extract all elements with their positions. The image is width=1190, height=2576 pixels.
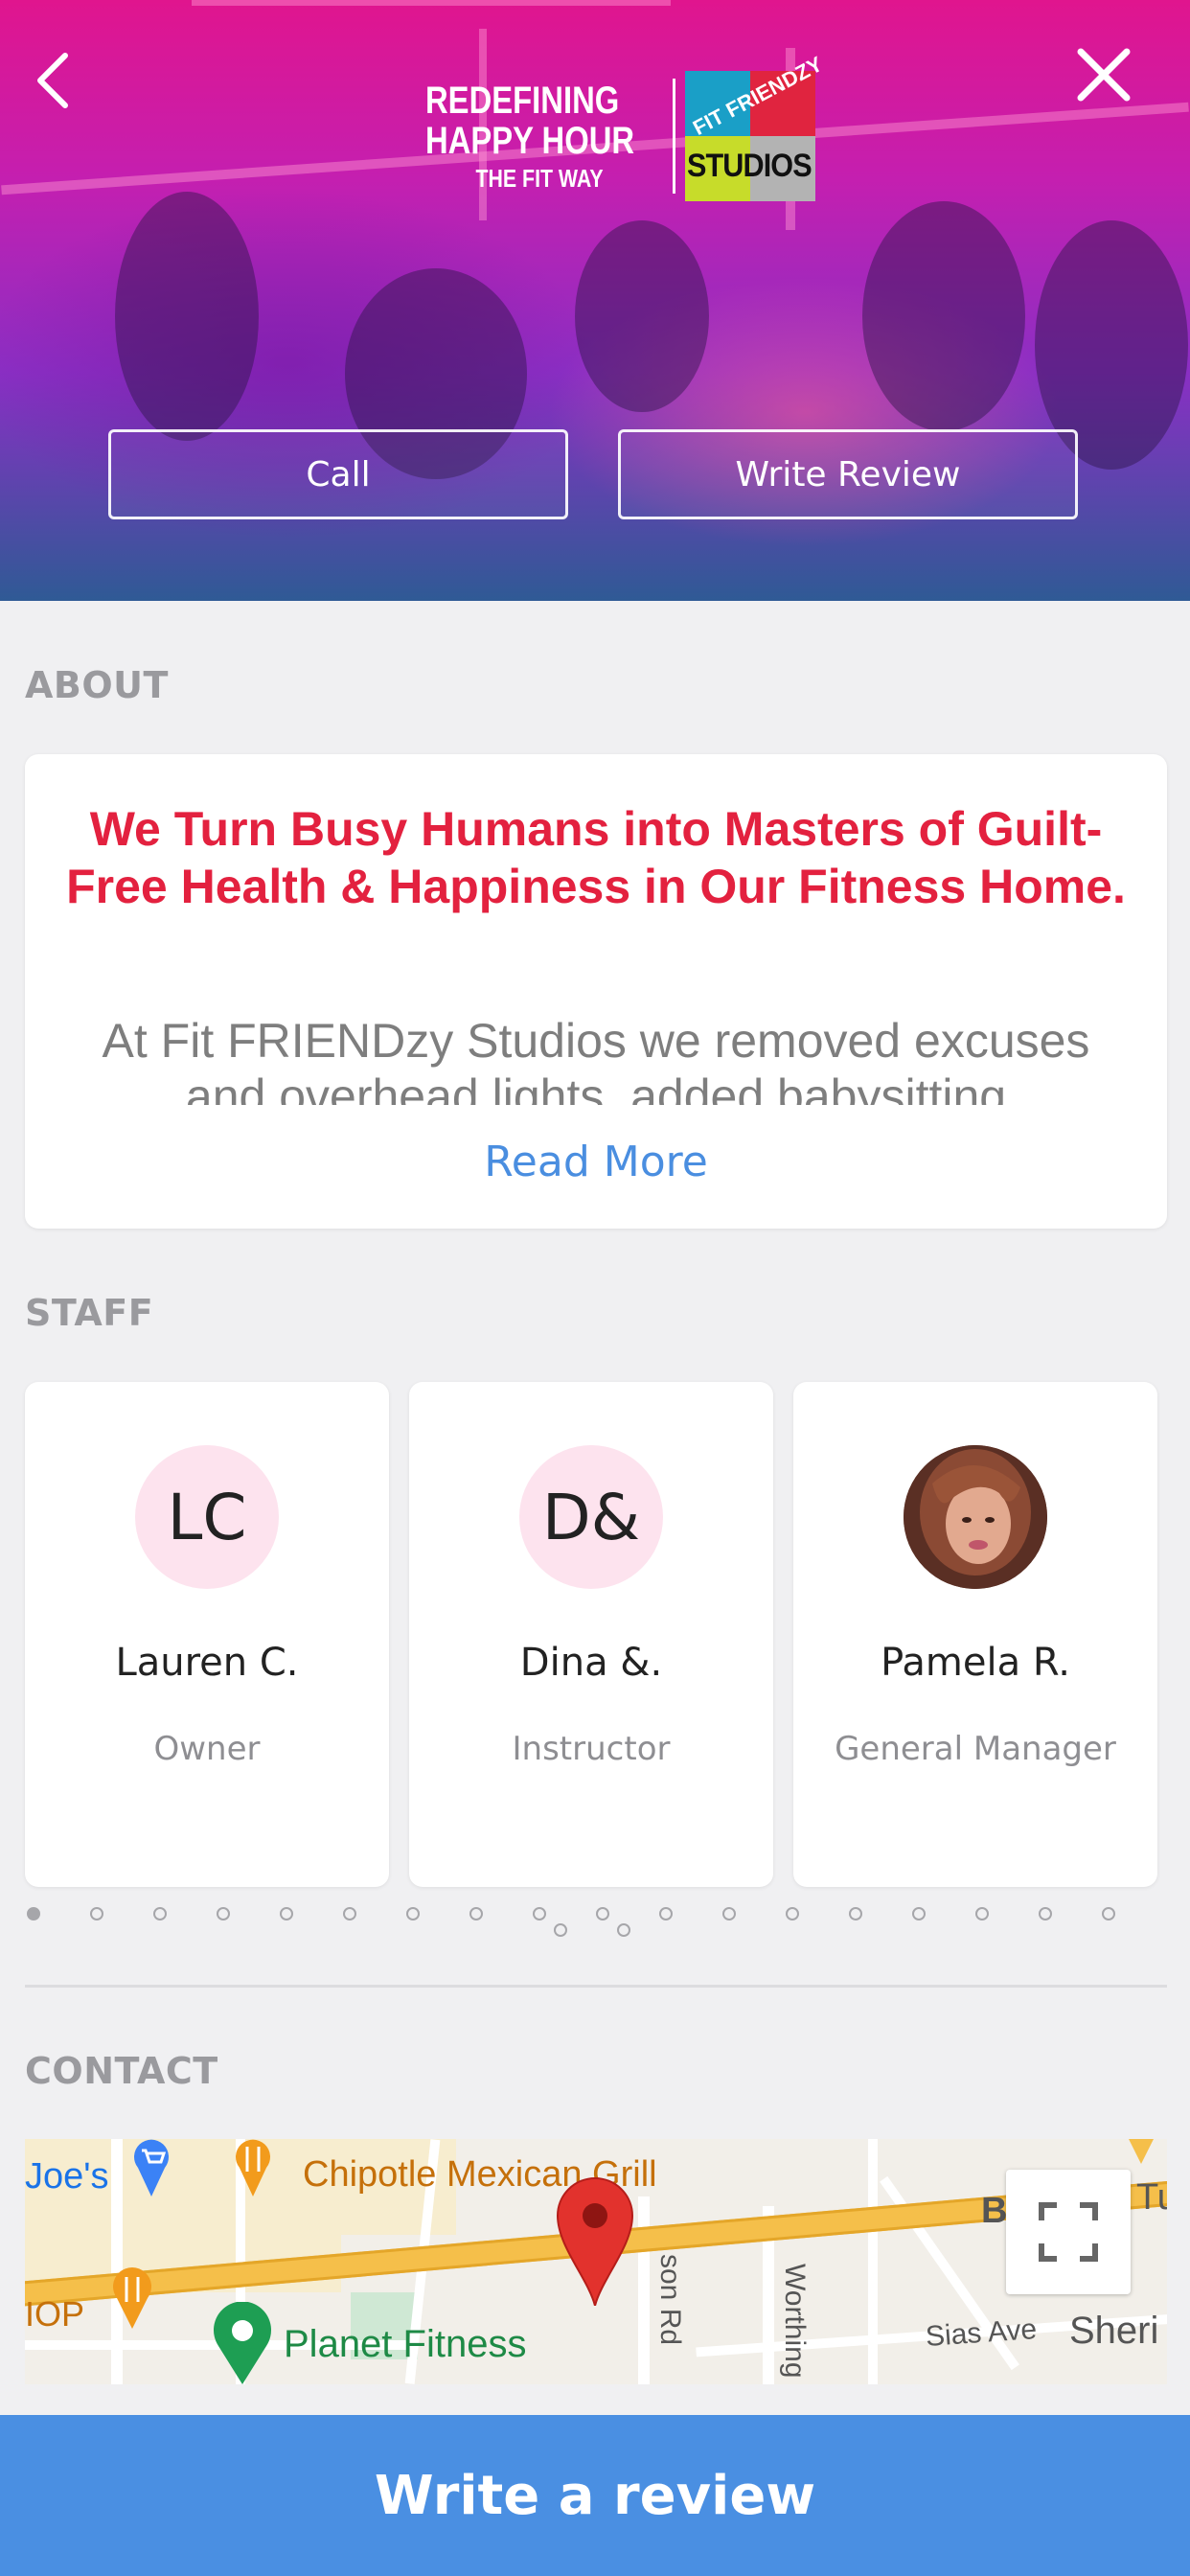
call-button[interactable]: Call <box>108 429 568 519</box>
map-label-road-tu: Tu <box>1136 2177 1167 2218</box>
map-label-sias-ave: Sias Ave <box>924 2312 1039 2354</box>
write-review-button[interactable]: Write Review <box>618 429 1078 519</box>
staff-card[interactable]: D& Dina &. Instructor <box>409 1382 773 1887</box>
read-more-link[interactable]: Read More <box>25 1138 1167 1186</box>
staff-name: Pamela R. <box>881 1641 1070 1685</box>
map-marker-partial-icon <box>1129 2139 1154 2164</box>
fullscreen-icon <box>1039 2202 1098 2262</box>
restaurant-pin-icon <box>113 2267 151 2329</box>
map-label-joes: Joe's <box>25 2156 109 2196</box>
back-button[interactable] <box>15 42 92 119</box>
close-button[interactable] <box>1065 36 1142 113</box>
map-label-sheri: Sheri <box>1069 2310 1159 2352</box>
pager-dot[interactable] <box>406 1907 420 1920</box>
pager-dot[interactable] <box>469 1907 483 1920</box>
location-pin-icon[interactable] <box>554 2174 636 2306</box>
about-body-container: At Fit FRIENDzy Studios we removed excus… <box>25 1013 1167 1105</box>
location-map[interactable]: Joe's Chipotle Mexican Grill IOP Planet … <box>25 2139 1167 2384</box>
pager-dot[interactable] <box>153 1907 167 1920</box>
gym-pin-icon <box>214 2302 271 2384</box>
pager-dot[interactable] <box>90 1907 103 1920</box>
about-card: We Turn Busy Humans into Masters of Guil… <box>25 754 1167 1229</box>
pager-dot[interactable] <box>617 1923 630 1937</box>
hero-dancer-silhouette <box>115 192 259 441</box>
logo-badge: FIT FRIENDZY STUDIOS <box>684 52 826 201</box>
map-street <box>868 2139 878 2384</box>
map-label-road-b: B <box>981 2191 1008 2231</box>
staff-card[interactable]: LC Lauren C. Owner <box>25 1382 389 1887</box>
pager-dot[interactable] <box>786 1907 799 1920</box>
about-headline: We Turn Busy Humans into Masters of Guil… <box>66 802 1126 913</box>
map-label-planet-fitness: Planet Fitness <box>284 2323 527 2365</box>
pager-dot[interactable] <box>217 1907 230 1920</box>
pager-dot[interactable] <box>912 1907 926 1920</box>
pager-dot[interactable] <box>280 1907 293 1920</box>
map-label-hop: IOP <box>25 2294 85 2334</box>
shopping-cart-pin-icon <box>134 2139 169 2196</box>
pager-dot[interactable] <box>554 1923 567 1937</box>
logo-line-3: THE FIT WAY <box>475 164 604 193</box>
pager-dot[interactable] <box>596 1907 609 1920</box>
hero-dancer-silhouette <box>862 201 1025 431</box>
logo-line-2: HAPPY HOUR <box>425 120 635 162</box>
pager-dot[interactable] <box>659 1907 673 1920</box>
about-section-title: ABOUT <box>25 664 169 706</box>
section-divider <box>25 1985 1167 1988</box>
pager-dot[interactable] <box>1102 1907 1115 1920</box>
pager-dot[interactable] <box>343 1907 356 1920</box>
person-photo-icon <box>904 1445 1047 1589</box>
staff-section-title: STAFF <box>25 1292 154 1334</box>
hero-banner: REDEFINING HAPPY HOUR THE FIT WAY FIT FR… <box>0 0 1190 601</box>
map-fullscreen-button[interactable] <box>1006 2170 1131 2294</box>
logo-divider <box>672 79 675 194</box>
staff-role: General Manager <box>835 1730 1116 1768</box>
pager-dot[interactable] <box>533 1907 546 1920</box>
write-a-review-button[interactable]: Write a review <box>0 2415 1190 2576</box>
pager-dot[interactable] <box>1039 1907 1052 1920</box>
logo-tagline: REDEFINING HAPPY HOUR THE FIT WAY <box>425 81 680 191</box>
avatar-photo <box>904 1445 1047 1589</box>
pager-dot[interactable] <box>849 1907 862 1920</box>
map-label-jackson-rd: son Rd <box>654 2254 686 2346</box>
about-body-text: At Fit FRIENDzy Studios we removed excus… <box>102 1014 1090 1105</box>
staff-role: Instructor <box>512 1730 671 1768</box>
staff-card[interactable]: Pamela R. General Manager <box>793 1382 1157 1887</box>
studio-logo: REDEFINING HAPPY HOUR THE FIT WAY FIT FR… <box>425 52 826 203</box>
map-street <box>638 2196 650 2384</box>
pager-dot[interactable] <box>975 1907 989 1920</box>
map-label-worthington: Worthing <box>779 2264 811 2379</box>
staff-name: Lauren C. <box>115 1641 299 1685</box>
close-icon <box>1077 48 1131 102</box>
hero-light-streak <box>192 0 671 6</box>
chevron-left-icon <box>37 53 68 108</box>
contact-section-title: CONTACT <box>25 2050 218 2092</box>
hero-dancer-silhouette <box>575 220 709 412</box>
staff-pager-dots[interactable] <box>0 1907 1190 1945</box>
pager-dot[interactable] <box>27 1907 40 1920</box>
avatar: LC <box>135 1445 279 1589</box>
logo-badge-bottom-text: STUDIOS <box>686 148 812 184</box>
logo-line-1: REDEFINING <box>425 80 620 122</box>
avatar: D& <box>519 1445 663 1589</box>
staff-role: Owner <box>153 1730 261 1768</box>
restaurant-pin-icon <box>236 2139 270 2196</box>
pager-dot[interactable] <box>722 1907 736 1920</box>
staff-name: Dina &. <box>519 1641 663 1685</box>
